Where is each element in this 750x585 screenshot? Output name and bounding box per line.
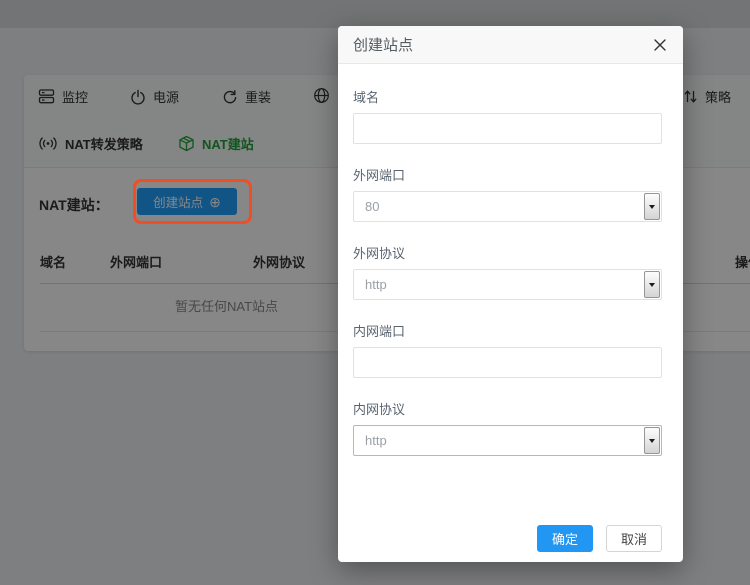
highlight-annotation-box: [133, 179, 252, 224]
field-label-domain: 域名: [353, 90, 662, 105]
modal-footer: 确定 取消: [537, 525, 662, 552]
cancel-button[interactable]: 取消: [606, 525, 662, 552]
dropdown-arrow-icon[interactable]: [644, 271, 660, 298]
domain-input[interactable]: [353, 113, 662, 144]
internal-protocol-input[interactable]: [353, 425, 662, 456]
modal-title: 创建站点: [353, 34, 413, 55]
external-protocol-input[interactable]: [353, 269, 662, 300]
external-port-field-wrap: [353, 191, 662, 222]
dropdown-arrow-icon[interactable]: [644, 427, 660, 454]
external-port-input[interactable]: [353, 191, 662, 222]
field-label-internal-port: 内网端口: [353, 324, 662, 339]
modal-body: 域名 外网端口 外网协议 内网端口 内网协议: [338, 64, 683, 456]
close-icon[interactable]: [652, 37, 668, 53]
external-protocol-field-wrap: [353, 269, 662, 300]
confirm-button[interactable]: 确定: [537, 525, 593, 552]
field-label-external-port: 外网端口: [353, 168, 662, 183]
screen: 监控 电源 重装: [0, 0, 750, 585]
create-site-modal: 创建站点 域名 外网端口 外网协议 内网: [338, 26, 683, 562]
internal-port-input[interactable]: [353, 347, 662, 378]
modal-header: 创建站点: [338, 26, 683, 64]
internal-port-field-wrap: [353, 347, 662, 378]
domain-field-wrap: [353, 113, 662, 144]
internal-protocol-field-wrap: [353, 425, 662, 456]
dropdown-arrow-icon[interactable]: [644, 193, 660, 220]
field-label-external-protocol: 外网协议: [353, 246, 662, 261]
field-label-internal-protocol: 内网协议: [353, 402, 662, 417]
